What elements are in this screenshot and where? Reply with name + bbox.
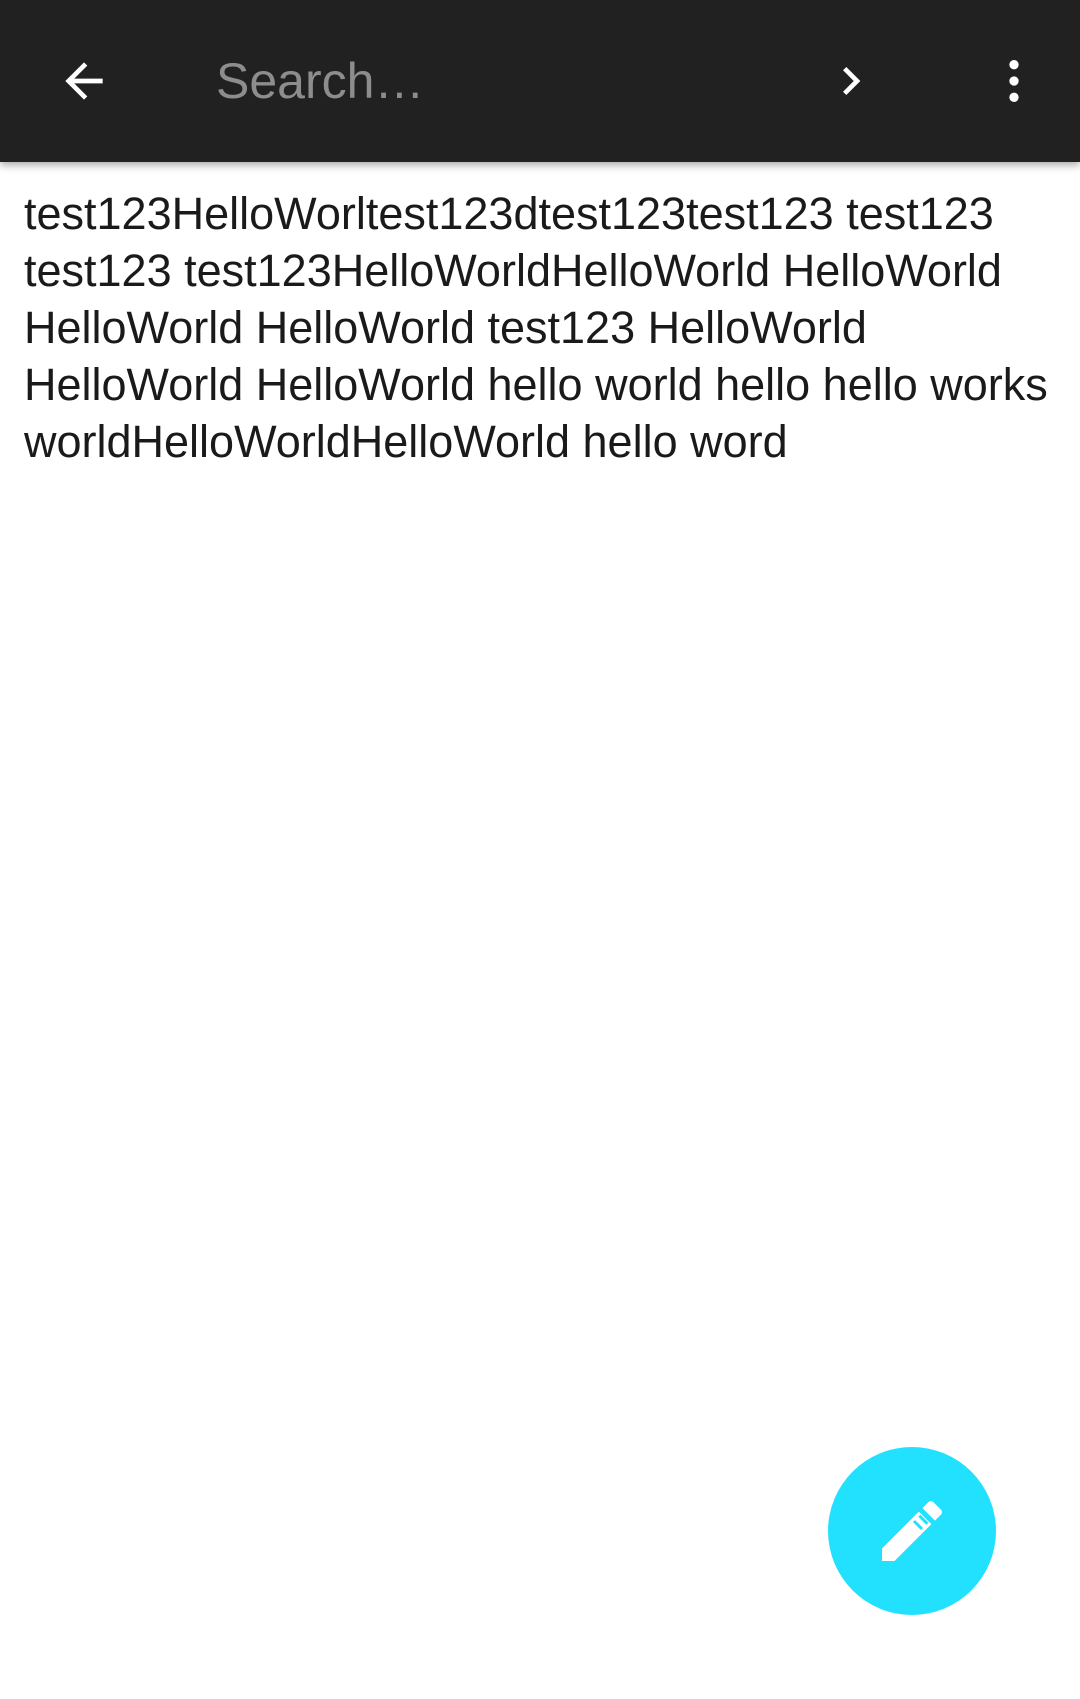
note-text: test123HelloWorltest123dtest123test123 t… xyxy=(24,188,1048,467)
arrow-left-icon xyxy=(65,62,103,100)
more-vert-icon xyxy=(1009,60,1019,102)
overflow-menu-button[interactable] xyxy=(954,21,1074,141)
pencil-icon xyxy=(882,1500,943,1561)
app-screen: test123HelloWorltest123dtest123test123 t… xyxy=(0,0,1080,1699)
back-button[interactable] xyxy=(24,21,144,141)
chevron-right-icon xyxy=(843,67,861,95)
search-input[interactable] xyxy=(216,40,756,122)
search-toolbar xyxy=(0,0,1080,162)
edit-fab-button[interactable] xyxy=(828,1447,996,1615)
next-result-button[interactable] xyxy=(791,21,911,141)
